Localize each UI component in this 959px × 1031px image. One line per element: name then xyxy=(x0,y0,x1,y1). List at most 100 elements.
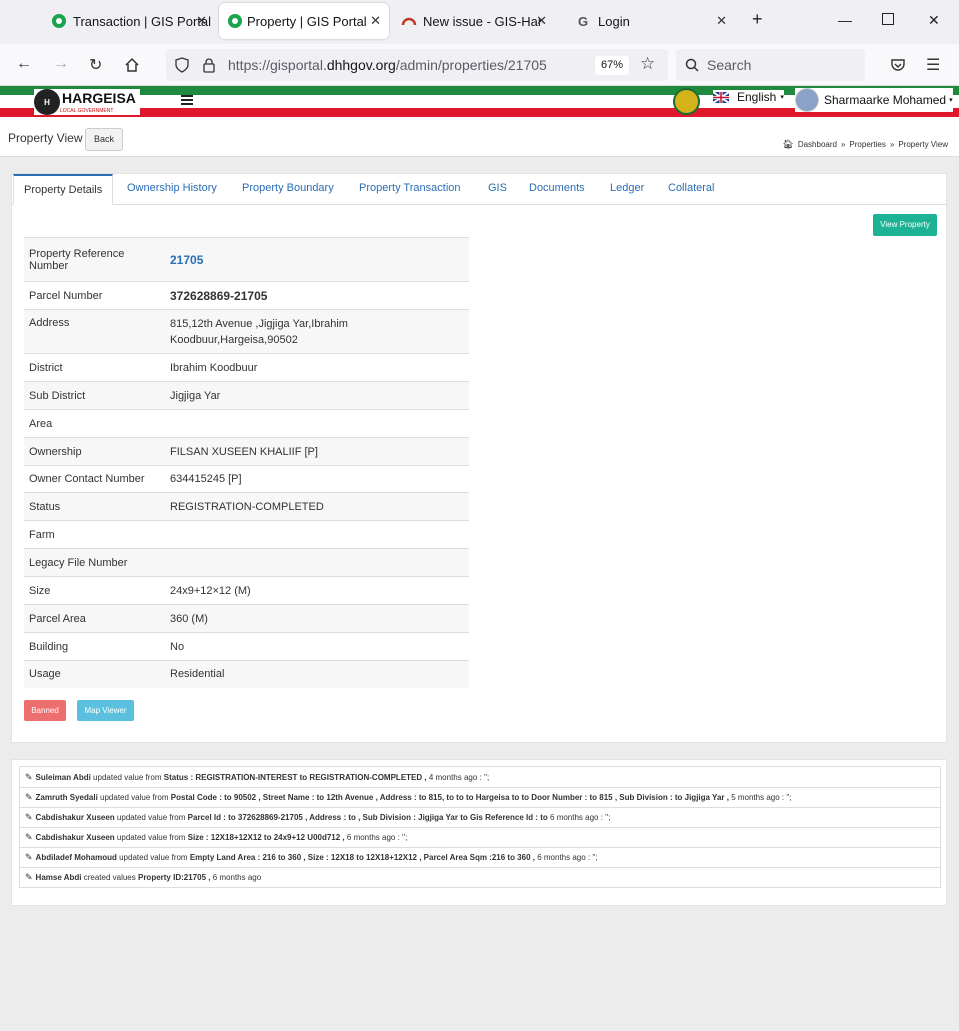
maximize-icon[interactable] xyxy=(882,13,894,25)
gis-portal-favicon xyxy=(228,14,242,28)
page-title: Property View xyxy=(8,131,83,145)
parcel-number-value: 372628869-21705 xyxy=(165,281,469,310)
table-row: Building No xyxy=(24,632,469,661)
forward-arrow-icon[interactable]: → xyxy=(53,55,69,73)
log-user: Hamse Abdi xyxy=(35,873,82,882)
ownership-value: FILSAN XUSEEN KHALIIF [P] xyxy=(165,437,469,466)
table-row: Address 815,12th Avenue ,Jigjiga Yar,Ibra… xyxy=(24,309,469,354)
new-tab-icon[interactable]: + xyxy=(752,9,763,30)
area-value xyxy=(165,409,469,438)
minimize-icon[interactable]: — xyxy=(838,12,852,28)
breadcrumb-separator: » xyxy=(840,140,846,149)
view-property-button[interactable]: View Property xyxy=(873,214,937,236)
log-time: 4 months ago : ''; xyxy=(428,772,490,782)
edit-icon: ✎ xyxy=(25,792,33,802)
map-viewer-button[interactable]: Map Viewer xyxy=(77,700,134,721)
browser-tab-transaction[interactable]: Transaction | GIS Portal ✕ xyxy=(25,2,215,40)
detail-label: Ownership xyxy=(24,437,165,466)
back-arrow-icon[interactable]: ← xyxy=(16,55,32,73)
table-row: District Ibrahim Koodbuur xyxy=(24,353,469,382)
size-value: 24x9+12×12 (M) xyxy=(165,576,469,605)
detail-label: Area xyxy=(24,409,165,438)
caret-down-icon: ▾ xyxy=(780,94,784,101)
log-detail: Parcel Id : to 372628869-21705 , Address… xyxy=(187,813,548,822)
property-reference-value[interactable]: 21705 xyxy=(165,237,469,282)
district-value: Ibrahim Koodbuur xyxy=(165,353,469,382)
log-action: updated value from xyxy=(119,853,188,862)
detail-label: Address xyxy=(24,309,165,354)
tab-property-boundary[interactable]: Property Boundary xyxy=(242,182,334,194)
list-item: ✎ Cabdishakur Xuseen updated value from P… xyxy=(20,807,940,827)
banned-button[interactable]: Banned xyxy=(24,700,66,721)
close-tab-icon[interactable]: ✕ xyxy=(196,13,207,29)
log-detail: Postal Code : to 90502 , Street Name : t… xyxy=(170,793,729,802)
detail-label: Owner Contact Number xyxy=(24,465,165,493)
table-row: Property Reference Number 21705 xyxy=(24,237,469,282)
user-dropdown[interactable]: Sharmaarke Mohamed ▾ xyxy=(795,88,953,112)
usage-value: Residential xyxy=(165,660,469,688)
log-time: 6 months ago : ''; xyxy=(537,853,598,862)
bookmark-star-icon[interactable]: ☆ xyxy=(640,54,655,74)
breadcrumb-properties[interactable]: Properties xyxy=(849,140,885,149)
breadcrumb-dashboard[interactable]: Dashboard xyxy=(798,140,837,149)
gitlab-favicon xyxy=(401,17,417,26)
tab-ownership-history[interactable]: Ownership History xyxy=(127,182,217,194)
back-button[interactable]: Back xyxy=(85,128,123,151)
url-bar[interactable]: https://gisportal.dhhgov.org/admin/prope… xyxy=(166,49,668,81)
shield-icon[interactable] xyxy=(174,57,190,73)
pocket-icon[interactable] xyxy=(890,57,906,73)
log-time: 6 months ago xyxy=(212,873,262,882)
sub-district-value: Jigjiga Yar xyxy=(165,381,469,410)
hargeisa-logo[interactable]: H HARGEISA LOCAL GOVERNMENT xyxy=(34,89,140,115)
tab-property-details[interactable]: Property Details xyxy=(13,174,114,205)
close-tab-icon[interactable]: ✕ xyxy=(716,13,727,29)
detail-label: Parcel Area xyxy=(24,604,165,633)
close-window-icon[interactable]: ✕ xyxy=(928,12,940,29)
reload-icon[interactable]: ↻ xyxy=(89,55,102,75)
log-user: Abdiladef Mohamoud xyxy=(35,853,117,862)
activity-log: ✎ Suleiman Abdi updated value from Status… xyxy=(19,766,941,888)
list-item: ✎ Abdiladef Mohamoud updated value from E… xyxy=(20,847,940,867)
table-row: Farm xyxy=(24,520,469,549)
uk-flag-icon xyxy=(713,91,729,103)
log-user: Cabdishakur Xuseen xyxy=(35,833,115,842)
lock-icon[interactable] xyxy=(202,57,216,73)
search-icon xyxy=(685,58,699,72)
log-detail: Property ID:21705 , xyxy=(137,873,211,882)
table-row: Size 24x9+12×12 (M) xyxy=(24,576,469,605)
zoom-level[interactable]: 67% xyxy=(595,56,629,75)
tab-documents[interactable]: Documents xyxy=(529,182,585,194)
list-item: ✎ Zamruth Syedali updated value from Post… xyxy=(20,787,940,807)
tab-property-transaction[interactable]: Property Transaction xyxy=(359,182,461,194)
detail-label: Status xyxy=(24,492,165,521)
table-row: Parcel Area 360 (M) xyxy=(24,604,469,633)
menu-icon[interactable]: ☰ xyxy=(926,55,940,75)
home-icon: 🏠︎ xyxy=(782,139,794,149)
language-label: English xyxy=(737,90,777,104)
browser-tab-property[interactable]: Property | GIS Portal ✕ xyxy=(219,3,389,39)
tab-gis[interactable]: GIS xyxy=(488,182,507,194)
table-row: Status REGISTRATION-COMPLETED xyxy=(24,492,469,521)
parcel-area-value: 360 (M) xyxy=(165,604,469,633)
tab-collateral[interactable]: Collateral xyxy=(668,182,714,194)
browser-tab-login[interactable]: G Login ✕ xyxy=(550,2,735,40)
table-row: Ownership FILSAN XUSEEN KHALIIF [P] xyxy=(24,437,469,466)
edit-icon: ✎ xyxy=(25,771,33,782)
detail-label: Building xyxy=(24,632,165,661)
log-user: Zamruth Syedali xyxy=(35,793,98,802)
edit-icon: ✎ xyxy=(25,832,33,842)
close-tab-icon[interactable]: ✕ xyxy=(536,13,547,29)
search-placeholder: Search xyxy=(707,57,752,73)
browser-tab-new-issue[interactable]: New issue - GIS-Harge ✕ xyxy=(375,2,555,40)
list-item: ✎ Cabdishakur Xuseen updated value from S… xyxy=(20,827,940,847)
language-dropdown[interactable]: English ▾ xyxy=(713,90,784,104)
browser-search-box[interactable]: Search xyxy=(676,49,865,81)
home-icon[interactable] xyxy=(124,57,140,73)
sidebar-toggle-icon[interactable] xyxy=(181,95,193,105)
table-row: Owner Contact Number 634415245 [P] xyxy=(24,465,469,493)
detail-label: Parcel Number xyxy=(24,281,165,310)
list-item: ✎ Suleiman Abdi updated value from Status… xyxy=(20,767,940,787)
edit-icon: ✎ xyxy=(25,812,33,822)
building-value: No xyxy=(165,632,469,661)
tab-ledger[interactable]: Ledger xyxy=(610,182,644,194)
